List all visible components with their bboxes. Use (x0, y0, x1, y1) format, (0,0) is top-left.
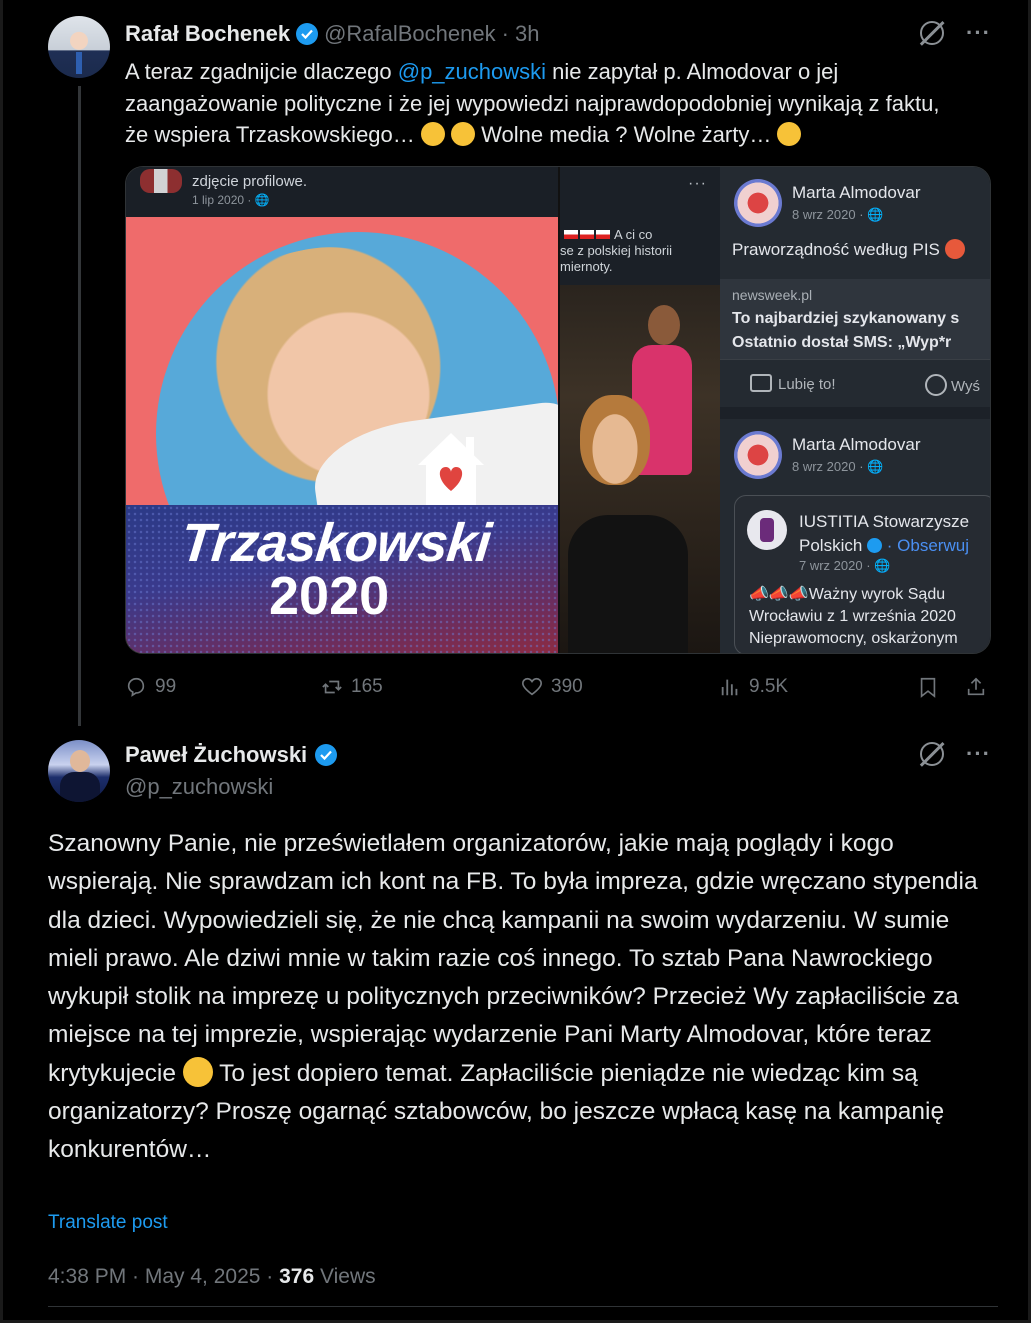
fb-post-text: Praworządność według PIS (732, 239, 965, 260)
reply-icon (127, 677, 145, 697)
fb-share: Wyś (925, 374, 980, 396)
fb-date: 8 wrz 2020 · 🌐 (792, 459, 884, 474)
fb-date: 8 wrz 2020 · 🌐 (792, 207, 884, 222)
post-timestamp[interactable]: 4:38 PM · May 4, 2025 · (48, 1265, 279, 1288)
media-screenshot-profile: zdjęcie profilowe. 1 lip 2020 · 🌐 Trzask… (126, 167, 558, 653)
tweet-actions-top: ··· (920, 20, 991, 46)
link-title: To najbardziej szykanowany s Ostatnio dos… (732, 310, 960, 351)
author-name[interactable]: Paweł Żuchowski (125, 742, 307, 768)
like-count: 390 (551, 676, 583, 697)
repost-count: 165 (351, 676, 383, 697)
grok-icon[interactable] (920, 742, 945, 766)
angry-face-emoji-icon (944, 239, 965, 259)
org-logo (747, 510, 787, 550)
fb-avatar (734, 179, 782, 227)
fb-shared-post: IUSTITIA Stowarzysze Polskich · Obserwuj… (734, 495, 990, 653)
more-icon[interactable]: ··· (966, 741, 991, 767)
more-icon[interactable]: ··· (966, 20, 991, 46)
thumbs-up-icon (750, 374, 772, 392)
tweet-text: A teraz zgadnijcie dlaczego @p_zuchowski… (125, 56, 965, 151)
megaphone-icons: 📣📣📣 (749, 586, 809, 603)
bookmark-icon (920, 677, 936, 698)
views-count: 9.5K (749, 676, 789, 697)
photo-woman (568, 515, 688, 653)
reply-count: 99 (155, 676, 177, 697)
shared-text: 📣📣📣Ważny wyrok Sądu Wrocławiu z 1 wrześn… (749, 586, 958, 647)
post-time[interactable]: · 3h (502, 21, 540, 47)
poster-year: 2020 (269, 566, 390, 626)
analytics-icon (721, 679, 738, 696)
author-row: Rafał Bochenek @RafalBochenek · 3h (125, 20, 540, 48)
whatsapp-icon (925, 374, 947, 396)
share-button[interactable] (965, 676, 987, 698)
org-name: IUSTITIA Stowarzysze Polskich · Obserwuj (799, 512, 970, 555)
fb-header: zdjęcie profilowe. 1 lip 2020 · 🌐 (126, 167, 558, 217)
house-heart-icon (418, 433, 484, 505)
fb-author: Marta Almodovar (792, 435, 921, 454)
tweet-text-part: Wolne media ? Wolne żarty… (475, 122, 772, 147)
engagement-bar: 99 165 390 9.5K (125, 672, 995, 704)
fb-caption: zdjęcie profilowe. (192, 173, 308, 190)
fb-like: Lubię to! (750, 374, 836, 393)
verified-badge-icon (867, 538, 883, 553)
avatar[interactable] (48, 740, 110, 802)
grok-icon[interactable] (920, 21, 945, 45)
tweet-text: Szanowny Panie, nie prześwietlałem organ… (48, 825, 998, 1170)
fb-link-preview: newsweek.pl To najbardziej szykanowany s… (720, 279, 990, 359)
shushing-face-emoji-icon (420, 122, 445, 146)
mini-avatar (140, 169, 182, 193)
media-screenshot-posts: Marta Almodovar 8 wrz 2020 · 🌐 Praworząd… (720, 167, 990, 653)
author-row: Paweł Żuchowski (125, 741, 338, 769)
fb-date: 1 lip 2020 · 🌐 (192, 193, 270, 207)
author-handle[interactable]: @p_zuchowski (125, 774, 273, 800)
snippet-text: A ci co se z polskiej historii miernoty. (560, 227, 672, 274)
translate-post-link[interactable]: Translate post (48, 1212, 168, 1234)
views-label: Views (314, 1265, 376, 1288)
bookmark-button[interactable] (917, 676, 939, 698)
link-source: newsweek.pl (732, 287, 813, 303)
tweet-text-part: A teraz zgadnijcie dlaczego (125, 59, 398, 84)
photo-man-head (648, 305, 680, 345)
tweet-media[interactable]: zdjęcie profilowe. 1 lip 2020 · 🌐 Trzask… (125, 166, 991, 654)
verified-badge-icon (315, 744, 338, 766)
verified-badge-icon (296, 23, 319, 45)
repost-icon (322, 680, 342, 694)
fb-post-1: Marta Almodovar 8 wrz 2020 · 🌐 Praworząd… (720, 167, 990, 279)
winking-face-emoji-icon (451, 122, 476, 146)
tweet-actions-top: ··· (920, 741, 991, 767)
flushed-face-emoji-icon (182, 1056, 213, 1087)
views-count: 376 (279, 1265, 315, 1288)
heart-icon (522, 677, 542, 696)
photo-woman-head (580, 395, 650, 485)
author-name[interactable]: Rafał Bochenek (125, 21, 290, 47)
fb-author: Marta Almodovar (792, 183, 921, 202)
post-meta: 4:38 PM · May 4, 2025 · 376 Views (48, 1265, 376, 1289)
like-button[interactable]: 390 (521, 676, 583, 698)
repost-button[interactable]: 165 (321, 676, 383, 698)
reply-button[interactable]: 99 (125, 676, 176, 698)
mention-link[interactable]: @p_zuchowski (398, 59, 546, 84)
fb-date: 7 wrz 2020 · 🌐 (799, 558, 891, 573)
more-icon: ··· (688, 175, 707, 192)
avatar[interactable] (48, 16, 110, 78)
author-handle[interactable]: @RafalBochenek (324, 21, 496, 47)
share-icon (967, 677, 985, 696)
fb-avatar (734, 431, 782, 479)
thread-line (78, 86, 81, 726)
divider (48, 1306, 998, 1307)
event-photo (560, 285, 720, 653)
tweet-text-part: Szanowny Panie, nie prześwietlałem organ… (48, 830, 978, 1087)
tweet-parent: Rafał Bochenek @RafalBochenek · 3h ··· A… (0, 0, 1031, 726)
views-button[interactable]: 9.5K (719, 676, 788, 698)
fb-actions: Lubię to! Wyś (720, 359, 990, 407)
media-screenshot-photo: ··· A ci co se z polskiej historii miern… (560, 167, 720, 653)
astonished-face-emoji-icon (777, 122, 802, 146)
